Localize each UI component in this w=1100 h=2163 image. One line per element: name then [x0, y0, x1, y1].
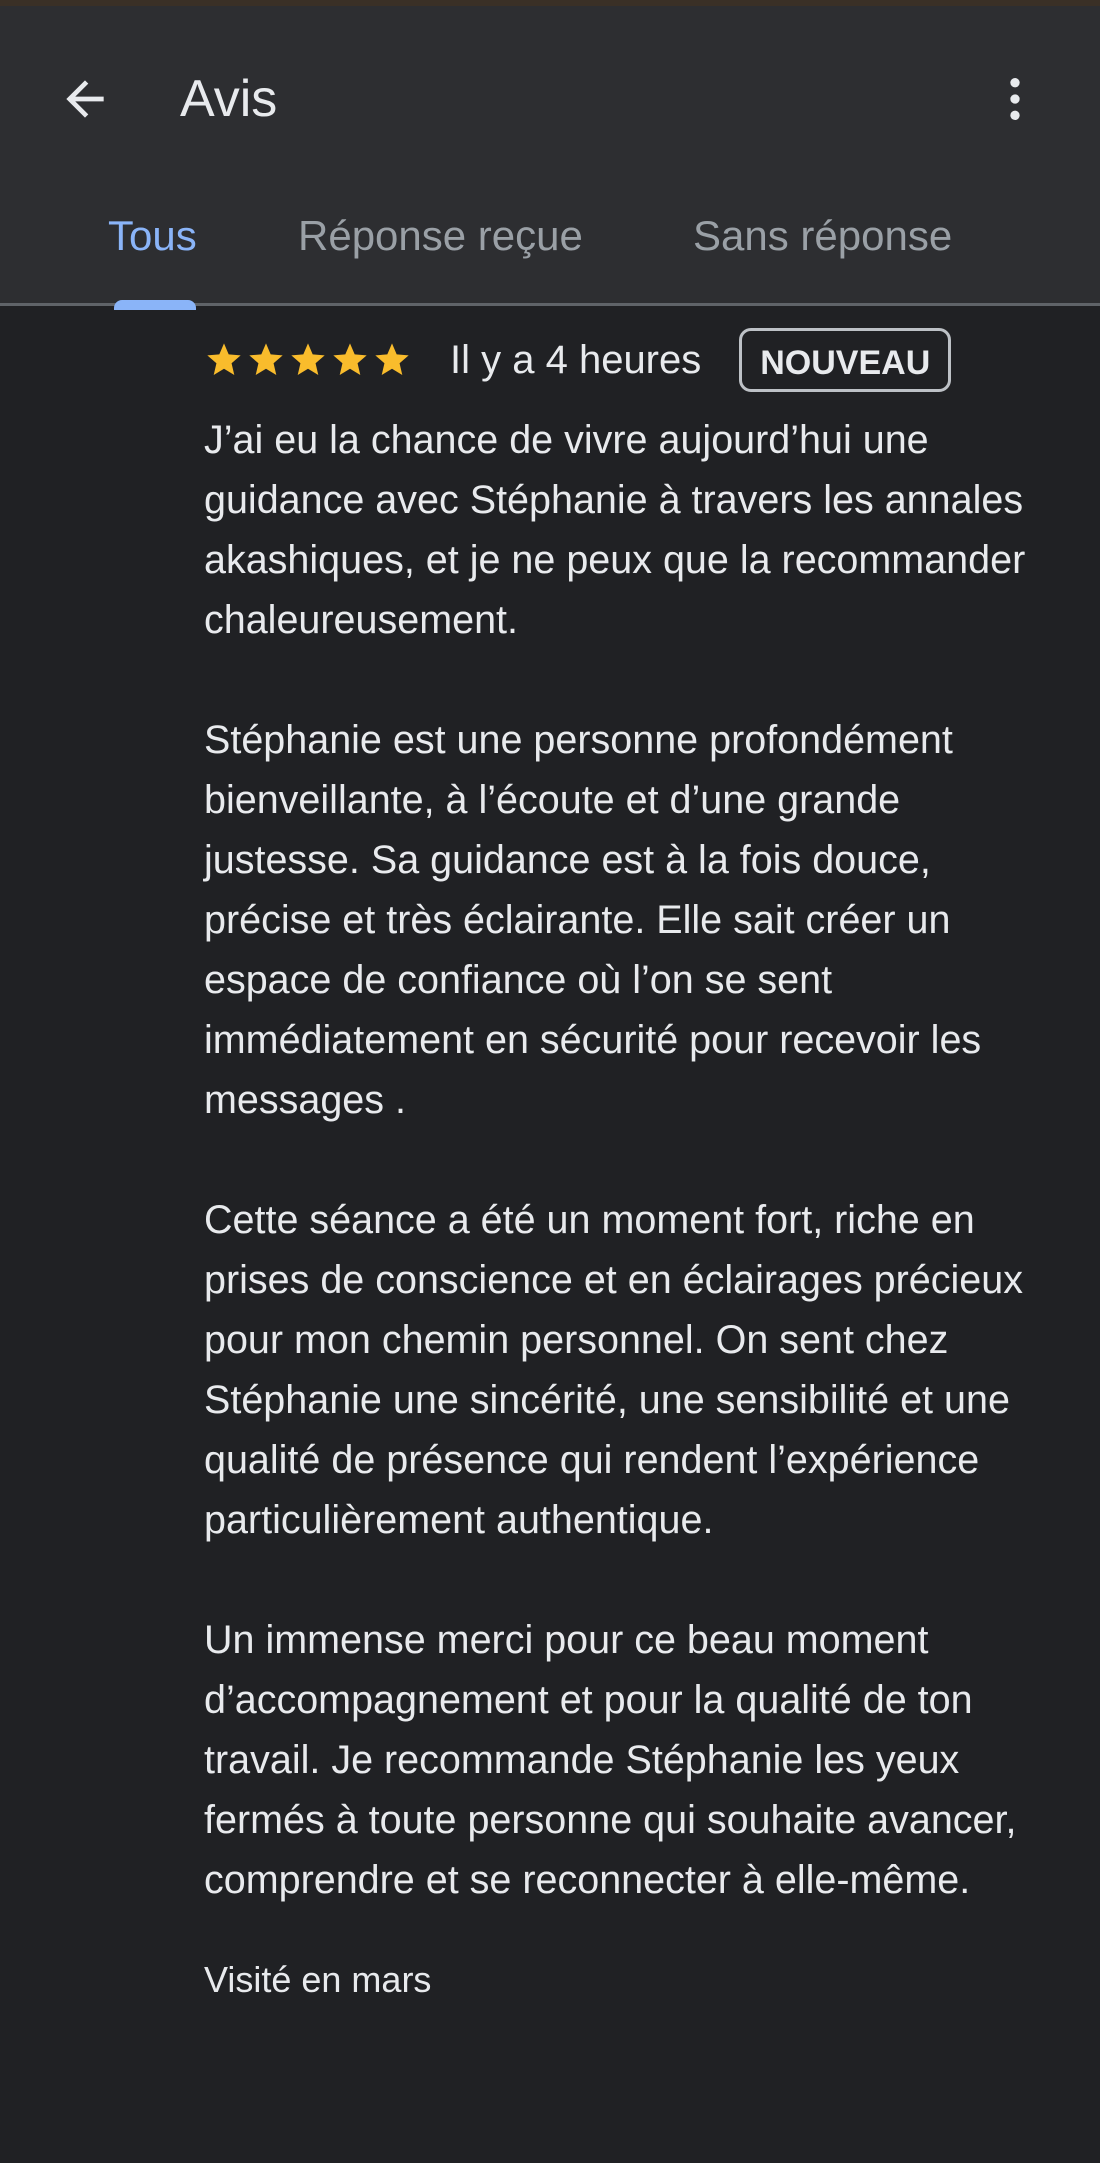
- review-card: Il y a 4 heures NOUVEAU J’ai eu la chanc…: [204, 320, 1044, 2010]
- tab-bar: Tous Réponse reçue Sans réponse: [0, 196, 1100, 310]
- star-rating: [204, 340, 412, 380]
- review-meta: Il y a 4 heures NOUVEAU: [204, 320, 1044, 400]
- review-time: Il y a 4 heures: [450, 337, 702, 382]
- back-button[interactable]: [50, 64, 120, 134]
- visit-date: Visité en mars: [204, 1959, 432, 2000]
- tab-tous[interactable]: Tous: [108, 196, 197, 306]
- active-tab-indicator: [114, 300, 196, 310]
- star-icon: [249, 343, 283, 375]
- more-options-button[interactable]: [980, 64, 1050, 134]
- app-bar: Avis Tous Réponse reçue Sans réponse: [0, 6, 1100, 310]
- tab-sans-reponse[interactable]: Sans réponse: [693, 196, 952, 306]
- arrow-back-icon: [66, 80, 104, 118]
- review-paragraph: J’ai eu la chance de vivre aujourd’hui u…: [204, 418, 1026, 642]
- star-icon: [375, 343, 409, 375]
- tab-reponse-recue[interactable]: Réponse reçue: [298, 196, 583, 306]
- star-icon: [207, 343, 241, 375]
- more-vert-icon: [1010, 78, 1020, 120]
- page-title: Avis: [180, 70, 278, 128]
- review-paragraph: Stéphanie est une personne profondément …: [204, 718, 982, 1122]
- review-paragraph: Un immense merci pour ce beau moment d’a…: [204, 1618, 1017, 1902]
- review-paragraph: Cette séance a été un moment fort, riche…: [204, 1198, 1023, 1542]
- new-badge: NOUVEAU: [739, 328, 952, 392]
- star-icon: [333, 343, 367, 375]
- star-icon: [291, 343, 325, 375]
